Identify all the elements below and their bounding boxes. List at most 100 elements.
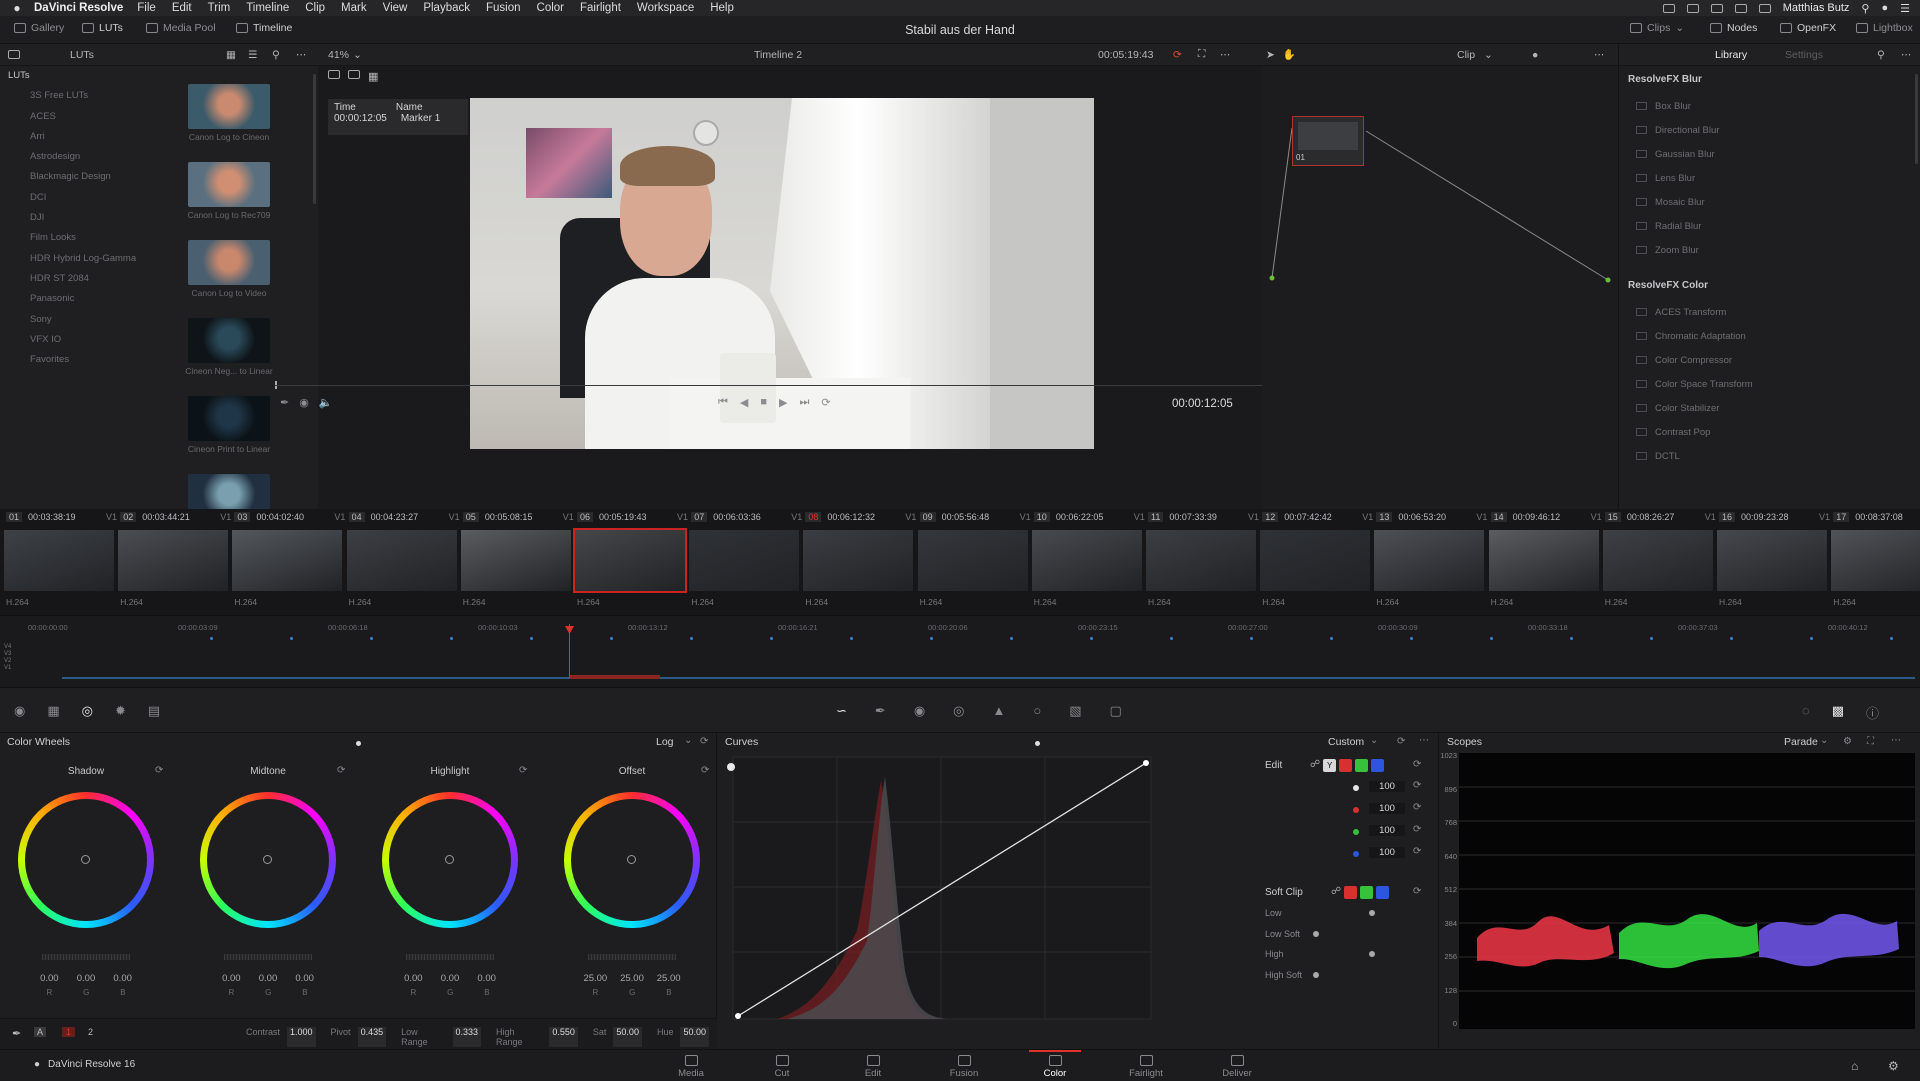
- highlight-icon[interactable]: ◉: [299, 396, 309, 409]
- screen-icon[interactable]: [1662, 3, 1675, 13]
- intensity-value[interactable]: 100: [1369, 825, 1405, 836]
- lut-folder[interactable]: DJI: [0, 208, 150, 228]
- menu-fusion[interactable]: Fusion: [486, 2, 521, 14]
- more-options-icon[interactable]: ⋯: [1891, 735, 1901, 746]
- wheel-value[interactable]: 0.00: [40, 973, 59, 984]
- library-item[interactable]: DCTL: [1636, 444, 1680, 468]
- library-scrollbar[interactable]: [1915, 74, 1918, 164]
- lut-folder[interactable]: Astrodesign: [0, 147, 150, 167]
- app-name[interactable]: DaVinci Resolve: [34, 2, 123, 14]
- library-item[interactable]: Color Space Transform: [1636, 372, 1753, 396]
- library-item[interactable]: Zoom Blur: [1636, 238, 1699, 262]
- library-item[interactable]: Contrast Pop: [1636, 420, 1710, 444]
- slider-handle[interactable]: [1369, 910, 1375, 916]
- page-media[interactable]: Media: [651, 1050, 731, 1081]
- sizing-icon[interactable]: ▢: [1110, 703, 1122, 719]
- clip-thumbnail[interactable]: [1717, 530, 1827, 591]
- more-options-icon[interactable]: ⋯: [296, 49, 307, 61]
- library-item[interactable]: Color Compressor: [1636, 348, 1732, 372]
- reset-icon[interactable]: ⟳: [1413, 802, 1421, 813]
- search-icon[interactable]: ⚲: [1861, 2, 1869, 15]
- menu-help[interactable]: Help: [710, 2, 734, 14]
- menu-mark[interactable]: Mark: [341, 2, 367, 14]
- menu-clip[interactable]: Clip: [305, 2, 325, 14]
- intensity-value[interactable]: 100: [1369, 847, 1405, 858]
- rgb-mixer-icon[interactable]: ▤: [148, 703, 160, 719]
- volume-icon[interactable]: 🔈: [319, 396, 333, 409]
- more-options-icon[interactable]: ⋯: [1220, 49, 1231, 61]
- viewer-scrubber[interactable]: [275, 385, 1315, 386]
- menu-fairlight[interactable]: Fairlight: [580, 2, 621, 14]
- channel-b-button[interactable]: [1371, 759, 1385, 772]
- pan-icon[interactable]: ✋: [1283, 48, 1296, 61]
- page-2-button[interactable]: 2: [88, 1027, 93, 1037]
- wheel-center-handle[interactable]: [263, 855, 272, 864]
- reset-icon[interactable]: ⟳: [337, 765, 345, 776]
- lut-thumbnail[interactable]: [188, 84, 270, 129]
- slider-handle[interactable]: [1313, 971, 1319, 978]
- clip-thumbnail[interactable]: [346, 530, 457, 591]
- more-options-icon[interactable]: ⋯: [1901, 49, 1912, 61]
- reset-icon[interactable]: ⟳: [1397, 736, 1405, 747]
- grid-icon[interactable]: ▦: [368, 70, 378, 83]
- stop-icon[interactable]: ■: [760, 396, 767, 409]
- menu-view[interactable]: View: [383, 2, 408, 14]
- wheel-mode[interactable]: Log: [656, 736, 674, 748]
- curves-icon[interactable]: ∽: [836, 703, 847, 719]
- panel-toggle-icon[interactable]: [8, 50, 20, 59]
- reset-icon[interactable]: ⟳: [1413, 846, 1421, 857]
- reset-icon[interactable]: ⟳: [1413, 886, 1421, 897]
- menu-trim[interactable]: Trim: [208, 2, 231, 14]
- more-options-icon[interactable]: ⋯: [1419, 735, 1429, 746]
- intensity-value[interactable]: 100: [1369, 781, 1405, 792]
- chevron-down-icon[interactable]: ⌄: [1370, 735, 1378, 746]
- library-item[interactable]: ACES Transform: [1636, 300, 1726, 324]
- grid-view-icon[interactable]: ▦: [226, 49, 236, 61]
- reset-icon[interactable]: ⟳: [701, 765, 709, 776]
- wheel-value[interactable]: 25.00: [657, 973, 681, 984]
- soft-clip-r-button[interactable]: [1344, 886, 1358, 899]
- reset-icon[interactable]: ⟳: [1413, 824, 1421, 835]
- page-color[interactable]: Color: [1015, 1050, 1095, 1081]
- slider-handle[interactable]: [1313, 930, 1319, 937]
- library-item[interactable]: Directional Blur: [1636, 118, 1719, 142]
- library-item[interactable]: Lens Blur: [1636, 166, 1695, 190]
- reset-icon[interactable]: ⟳: [519, 765, 527, 776]
- menu-color[interactable]: Color: [537, 2, 564, 14]
- siri-icon[interactable]: ●: [1881, 2, 1888, 14]
- clip-thumbnail[interactable]: [1031, 530, 1142, 591]
- clip-thumbnail[interactable]: [118, 530, 229, 591]
- lut-folder[interactable]: Favorites: [0, 350, 150, 370]
- clip-thumbnail[interactable]: [689, 530, 800, 591]
- zoom-level[interactable]: 41%: [328, 49, 349, 61]
- lut-folder[interactable]: ACES: [0, 107, 150, 127]
- expand-icon[interactable]: ⛶: [1867, 736, 1874, 747]
- chevron-down-icon[interactable]: ⌄: [684, 735, 692, 746]
- loop-icon[interactable]: ⟳: [1173, 49, 1182, 61]
- reset-icon[interactable]: ⟳: [155, 765, 163, 776]
- lut-thumbnail[interactable]: [188, 240, 270, 285]
- lut-folder[interactable]: HDR Hybrid Log-Gamma: [0, 249, 150, 269]
- user-name[interactable]: Matthias Butz: [1783, 2, 1850, 14]
- more-options-icon[interactable]: ⋯: [1594, 49, 1605, 61]
- clip-thumbnail[interactable]: [573, 528, 687, 593]
- page-dot-icon[interactable]: [356, 741, 361, 746]
- first-frame-icon[interactable]: ⏮: [718, 396, 728, 409]
- clip-thumbnail[interactable]: [1602, 530, 1713, 591]
- library-item[interactable]: Chromatic Adaptation: [1636, 324, 1746, 348]
- page-1-button[interactable]: 1: [62, 1027, 76, 1037]
- tab-settings[interactable]: Settings: [1785, 49, 1823, 61]
- wheel-jog[interactable]: [42, 954, 130, 960]
- color-match-icon[interactable]: ▦: [47, 703, 59, 719]
- wheel-center-handle[interactable]: [445, 855, 454, 864]
- lut-thumbnail[interactable]: [188, 318, 270, 363]
- clip-thumbnail[interactable]: [232, 530, 343, 591]
- wheel-value[interactable]: 25.00: [583, 973, 607, 984]
- timeline-name[interactable]: Timeline 2: [754, 49, 802, 61]
- scopes-icon[interactable]: ▩: [1832, 703, 1844, 722]
- node-01[interactable]: 01: [1292, 116, 1364, 166]
- scope-mode[interactable]: Parade: [1784, 736, 1818, 748]
- lut-folder[interactable]: DCI: [0, 188, 150, 208]
- clip-thumbnail[interactable]: [460, 530, 571, 591]
- home-icon[interactable]: ⌂: [1851, 1059, 1858, 1073]
